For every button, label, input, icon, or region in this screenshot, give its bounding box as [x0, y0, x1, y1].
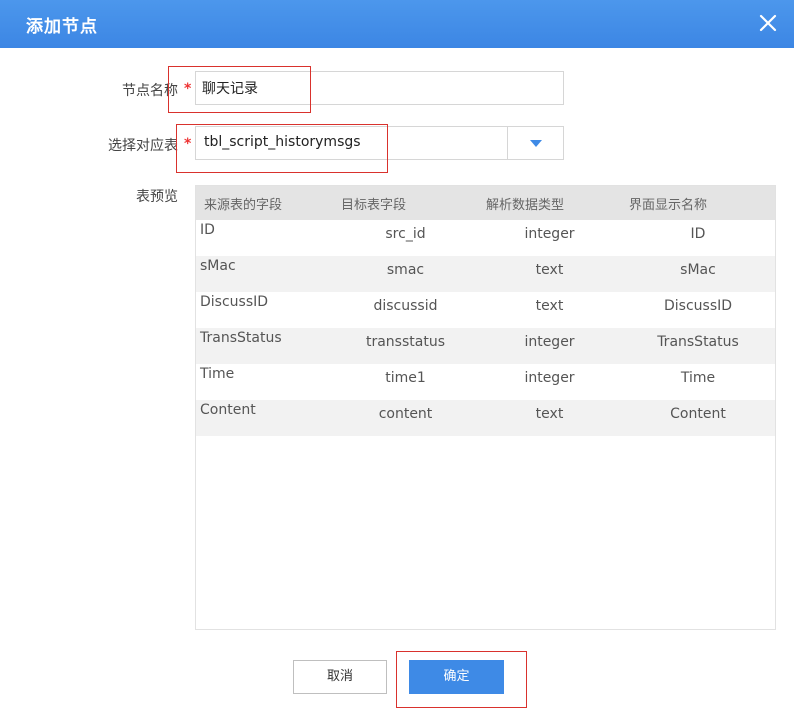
source-field-cell: TransStatus	[196, 328, 333, 364]
column-header-display-name: 界面显示名称	[621, 186, 775, 220]
column-header-data-type: 解析数据类型	[478, 186, 621, 220]
table-row: Time time1 integer Time	[196, 364, 775, 400]
table-row: ID src_id integer ID	[196, 220, 775, 256]
source-field-cell: DiscussID	[200, 294, 269, 310]
data-type-cell: integer	[478, 328, 621, 364]
target-field-cell: src_id	[385, 226, 426, 242]
source-field-cell: ID	[200, 222, 215, 238]
table-row: DiscussID discussid text DiscussID	[196, 292, 775, 328]
target-field-cell: content	[333, 400, 478, 436]
dialog-title: 添加节点	[26, 17, 98, 37]
data-type-cell: integer	[524, 370, 575, 386]
node-name-label: 节点名称	[122, 83, 178, 99]
table-select-label: 选择对应表	[108, 138, 178, 154]
target-field-cell: transstatus	[333, 328, 478, 364]
cancel-button[interactable]: 取消	[293, 660, 387, 694]
data-type-cell: text	[478, 400, 621, 436]
source-field-cell: sMac	[196, 256, 333, 292]
dropdown-toggle[interactable]	[507, 127, 563, 159]
source-field-cell: Time	[200, 366, 235, 382]
data-type-cell: text	[535, 298, 564, 314]
dialog-header: 添加节点	[0, 0, 794, 48]
display-name-cell: sMac	[621, 256, 775, 292]
table-row: Content content text Content	[196, 400, 775, 436]
table-preview-panel: 来源表的字段 目标表字段 解析数据类型 界面显示名称 ID src_id int…	[195, 185, 776, 630]
data-type-cell: text	[478, 256, 621, 292]
display-name-cell: ID	[690, 226, 706, 242]
display-name-cell: Content	[621, 400, 775, 436]
source-field-cell: Content	[196, 400, 333, 436]
confirm-button[interactable]: 确定	[409, 660, 504, 694]
table-preview: 来源表的字段 目标表字段 解析数据类型 界面显示名称 ID src_id int…	[196, 186, 775, 436]
column-header-source-field: 来源表的字段	[196, 186, 333, 220]
table-select-value: tbl_script_historymsgs	[204, 134, 361, 150]
display-name-cell: TransStatus	[621, 328, 775, 364]
table-preview-label: 表预览	[136, 189, 178, 205]
table-row: sMac smac text sMac	[196, 256, 775, 292]
close-icon[interactable]	[756, 11, 780, 35]
display-name-cell: Time	[680, 370, 716, 386]
data-type-cell: integer	[524, 226, 575, 242]
table-header-row: 来源表的字段 目标表字段 解析数据类型 界面显示名称	[196, 186, 775, 220]
target-field-cell: smac	[333, 256, 478, 292]
table-row: TransStatus transstatus integer TransSta…	[196, 328, 775, 364]
display-name-cell: DiscussID	[663, 298, 733, 314]
table-select-dropdown[interactable]: tbl_script_historymsgs	[195, 126, 564, 160]
target-field-cell: time1	[385, 370, 426, 386]
node-name-input[interactable]	[195, 71, 564, 105]
target-field-cell: discussid	[373, 298, 438, 314]
node-name-required-mark: *	[184, 81, 192, 97]
chevron-down-icon	[530, 140, 542, 147]
table-select-required-mark: *	[184, 136, 192, 152]
column-header-target-field: 目标表字段	[333, 186, 478, 220]
